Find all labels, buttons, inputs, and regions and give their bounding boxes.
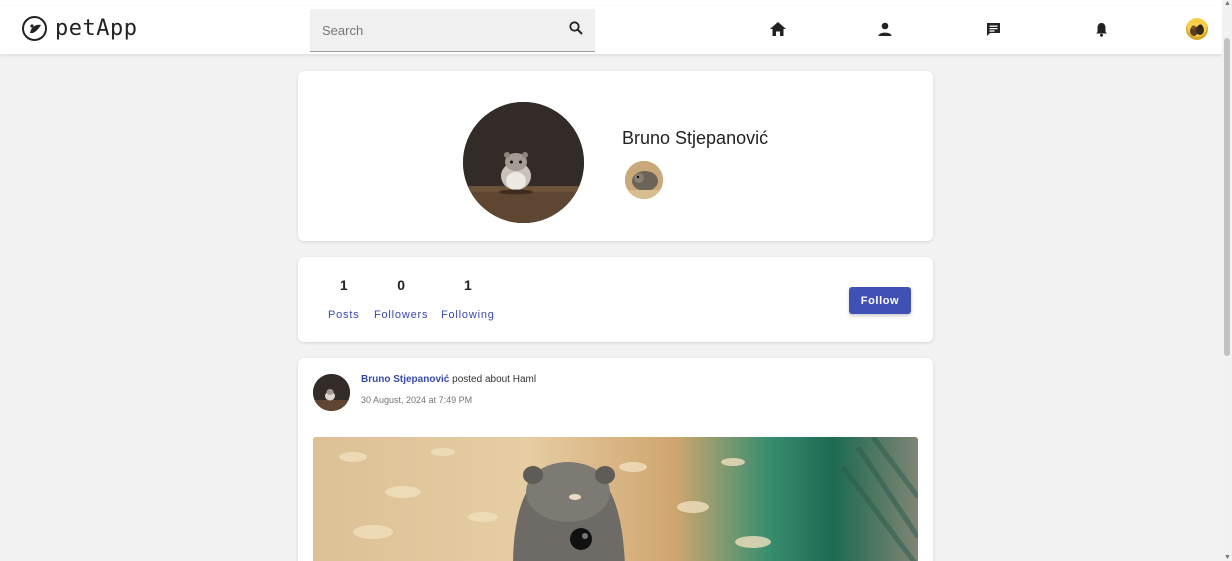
followers-label: Followers [374,309,429,321]
scroll-thumb[interactable] [1224,38,1230,356]
search-bar [310,9,595,52]
scroll-down-arrow-icon[interactable]: ▼ [1224,554,1231,561]
stat-posts[interactable]: 1 Posts [328,277,360,321]
person-icon[interactable] [875,19,895,39]
home-icon[interactable] [768,19,788,39]
profile-name: Bruno Stjepanović [622,128,769,148]
stat-following[interactable]: 1 Following [441,277,495,321]
post-timestamp: 30 August, 2024 at 7:49 PM [361,395,473,405]
pet-avatar[interactable] [625,161,663,199]
stat-followers[interactable]: 0 Followers [374,277,428,321]
post-header: Bruno Stjepanović posted about Haml [361,374,536,385]
paw-logo-icon [22,16,47,41]
posts-count: 1 [339,277,348,293]
follow-button[interactable]: Follow [849,287,911,314]
followers-count: 0 [397,277,406,293]
profile-avatar [463,102,584,223]
bell-icon[interactable] [1091,19,1111,39]
post-card: Bruno Stjepanović posted about Haml 30 A… [298,358,933,561]
post-author-avatar[interactable] [313,374,350,411]
user-avatar[interactable] [1186,18,1208,40]
search-input[interactable] [310,9,550,51]
following-count: 1 [463,277,472,293]
scroll-up-arrow-icon[interactable]: ▲ [1224,0,1231,7]
top-app-bar: petApp [0,6,1222,55]
posts-label: Posts [328,309,360,321]
page-scrollbar[interactable]: ▲ ▼ [1222,0,1232,561]
post-author-link[interactable]: Bruno Stjepanović [361,374,449,385]
post-action-text: posted about Haml [449,374,537,385]
app-name: petApp [55,16,138,41]
app-logo[interactable]: petApp [22,16,137,41]
profile-card: Bruno Stjepanović [298,71,933,241]
stats-card: 1 Posts 0 Followers 1 Following Follow [298,257,933,342]
post-image[interactable] [313,437,918,561]
search-icon[interactable] [569,21,583,40]
following-label: Following [441,309,495,321]
chat-icon[interactable] [983,19,1003,39]
